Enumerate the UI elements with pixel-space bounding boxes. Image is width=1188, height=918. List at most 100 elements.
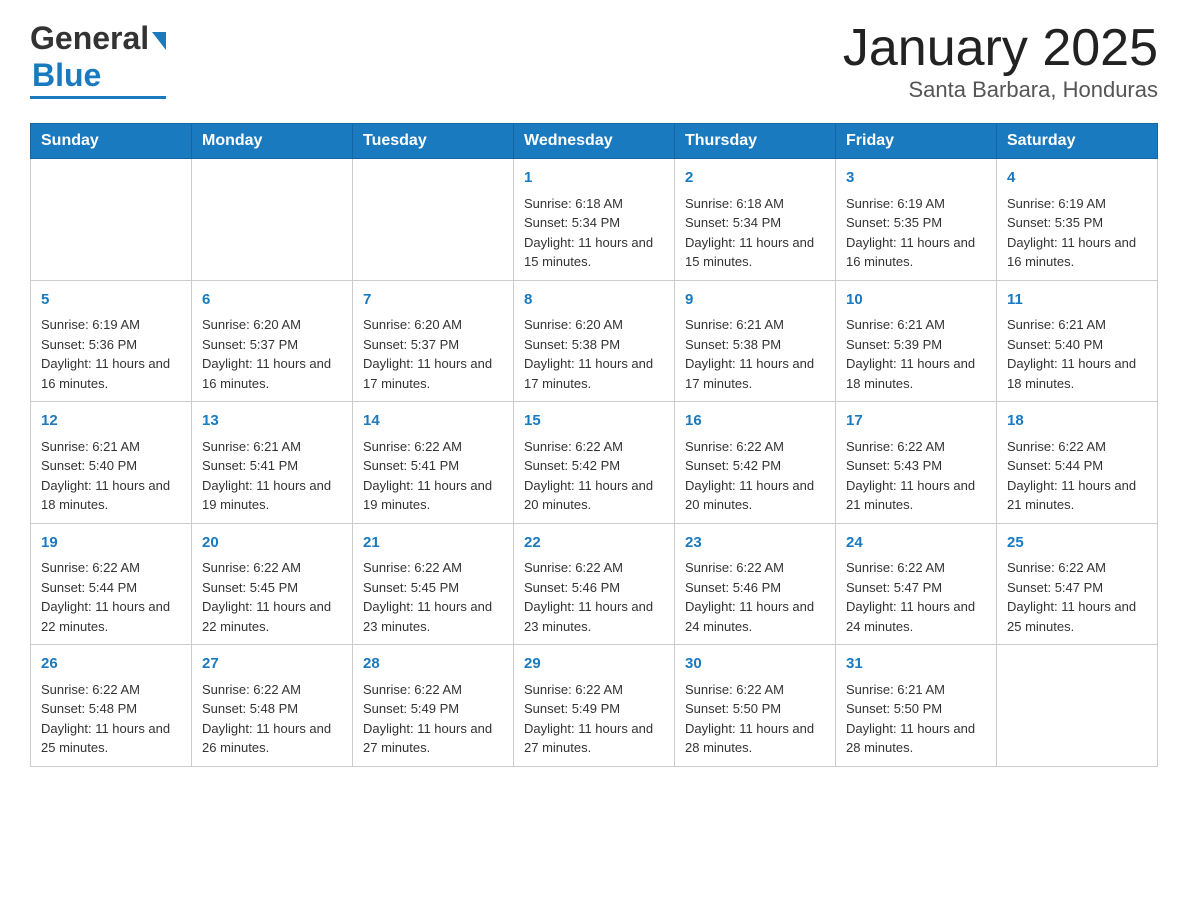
day-number: 10 bbox=[846, 289, 986, 312]
day-info: Sunrise: 6:21 AMSunset: 5:39 PMDaylight:… bbox=[846, 315, 986, 393]
calendar-week-row: 5 Sunrise: 6:19 AMSunset: 5:36 PMDaylight… bbox=[31, 280, 1158, 402]
calendar-title: January 2025 bbox=[843, 20, 1158, 77]
table-row bbox=[997, 645, 1158, 767]
day-number: 19 bbox=[41, 532, 181, 555]
table-row: 29 Sunrise: 6:22 AMSunset: 5:49 PMDayligh… bbox=[514, 645, 675, 767]
day-info: Sunrise: 6:19 AMSunset: 5:35 PMDaylight:… bbox=[846, 194, 986, 272]
day-number: 14 bbox=[363, 410, 503, 433]
day-info: Sunrise: 6:22 AMSunset: 5:50 PMDaylight:… bbox=[685, 680, 825, 758]
day-info: Sunrise: 6:19 AMSunset: 5:36 PMDaylight:… bbox=[41, 315, 181, 393]
table-row bbox=[192, 159, 353, 281]
day-number: 26 bbox=[41, 653, 181, 676]
table-row: 22Sunrise: 6:22 AMSunset: 5:46 PMDayligh… bbox=[514, 523, 675, 645]
day-info: Sunrise: 6:19 AMSunset: 5:35 PMDaylight:… bbox=[1007, 194, 1147, 272]
table-row: 28 Sunrise: 6:22 AMSunset: 5:49 PMDayligh… bbox=[353, 645, 514, 767]
table-row: 21 Sunrise: 6:22 AMSunset: 5:45 PMDayligh… bbox=[353, 523, 514, 645]
day-info: Sunrise: 6:21 AMSunset: 5:41 PMDaylight:… bbox=[202, 437, 342, 515]
day-info: Sunrise: 6:21 AMSunset: 5:38 PMDaylight:… bbox=[685, 315, 825, 393]
calendar-header-row: Sunday Monday Tuesday Wednesday Thursday… bbox=[31, 124, 1158, 159]
day-info: Sunrise: 6:21 AMSunset: 5:40 PMDaylight:… bbox=[41, 437, 181, 515]
day-number: 31 bbox=[846, 653, 986, 676]
day-info: Sunrise: 6:22 AMSunset: 5:42 PMDaylight:… bbox=[685, 437, 825, 515]
day-info: Sunrise: 6:22 AMSunset: 5:43 PMDaylight:… bbox=[846, 437, 986, 515]
table-row: 23 Sunrise: 6:22 AMSunset: 5:46 PMDayligh… bbox=[675, 523, 836, 645]
day-info: Sunrise: 6:21 AMSunset: 5:40 PMDaylight:… bbox=[1007, 315, 1147, 393]
day-info: Sunrise: 6:22 AMSunset: 5:42 PMDaylight:… bbox=[524, 437, 664, 515]
day-number: 11 bbox=[1007, 289, 1147, 312]
day-number: 21 bbox=[363, 532, 503, 555]
table-row: 3Sunrise: 6:19 AMSunset: 5:35 PMDaylight… bbox=[836, 159, 997, 281]
logo: General Blue bbox=[30, 20, 166, 99]
table-row: 1 Sunrise: 6:18 AMSunset: 5:34 PMDaylight… bbox=[514, 159, 675, 281]
table-row: 2 Sunrise: 6:18 AMSunset: 5:34 PMDaylight… bbox=[675, 159, 836, 281]
table-row: 15 Sunrise: 6:22 AMSunset: 5:42 PMDayligh… bbox=[514, 402, 675, 524]
day-info: Sunrise: 6:20 AMSunset: 5:37 PMDaylight:… bbox=[202, 315, 342, 393]
calendar-week-row: 19Sunrise: 6:22 AMSunset: 5:44 PMDayligh… bbox=[31, 523, 1158, 645]
table-row: 26 Sunrise: 6:22 AMSunset: 5:48 PMDayligh… bbox=[31, 645, 192, 767]
day-number: 29 bbox=[524, 653, 664, 676]
table-row: 19Sunrise: 6:22 AMSunset: 5:44 PMDayligh… bbox=[31, 523, 192, 645]
day-info: Sunrise: 6:20 AMSunset: 5:37 PMDaylight:… bbox=[363, 315, 503, 393]
table-row: 20 Sunrise: 6:22 AMSunset: 5:45 PMDayligh… bbox=[192, 523, 353, 645]
title-block: January 2025 Santa Barbara, Honduras bbox=[843, 20, 1158, 103]
day-number: 12 bbox=[41, 410, 181, 433]
day-info: Sunrise: 6:22 AMSunset: 5:45 PMDaylight:… bbox=[363, 558, 503, 636]
table-row: 4 Sunrise: 6:19 AMSunset: 5:35 PMDaylight… bbox=[997, 159, 1158, 281]
day-number: 30 bbox=[685, 653, 825, 676]
day-info: Sunrise: 6:22 AMSunset: 5:46 PMDaylight:… bbox=[524, 558, 664, 636]
table-row: 24Sunrise: 6:22 AMSunset: 5:47 PMDayligh… bbox=[836, 523, 997, 645]
day-info: Sunrise: 6:22 AMSunset: 5:45 PMDaylight:… bbox=[202, 558, 342, 636]
day-info: Sunrise: 6:22 AMSunset: 5:47 PMDaylight:… bbox=[1007, 558, 1147, 636]
day-info: Sunrise: 6:18 AMSunset: 5:34 PMDaylight:… bbox=[524, 194, 664, 272]
table-row: 25Sunrise: 6:22 AMSunset: 5:47 PMDayligh… bbox=[997, 523, 1158, 645]
day-info: Sunrise: 6:20 AMSunset: 5:38 PMDaylight:… bbox=[524, 315, 664, 393]
day-info: Sunrise: 6:22 AMSunset: 5:44 PMDaylight:… bbox=[1007, 437, 1147, 515]
table-row bbox=[353, 159, 514, 281]
day-info: Sunrise: 6:22 AMSunset: 5:49 PMDaylight:… bbox=[363, 680, 503, 758]
logo-triangle-icon bbox=[152, 32, 166, 50]
page-header: General Blue January 2025 Santa Barbara,… bbox=[30, 20, 1158, 103]
day-info: Sunrise: 6:18 AMSunset: 5:34 PMDaylight:… bbox=[685, 194, 825, 272]
calendar-week-row: 12 Sunrise: 6:21 AMSunset: 5:40 PMDayligh… bbox=[31, 402, 1158, 524]
day-number: 28 bbox=[363, 653, 503, 676]
day-number: 4 bbox=[1007, 167, 1147, 190]
calendar-week-row: 26 Sunrise: 6:22 AMSunset: 5:48 PMDayligh… bbox=[31, 645, 1158, 767]
day-number: 27 bbox=[202, 653, 342, 676]
col-sunday: Sunday bbox=[31, 124, 192, 159]
table-row: 6 Sunrise: 6:20 AMSunset: 5:37 PMDaylight… bbox=[192, 280, 353, 402]
day-number: 24 bbox=[846, 532, 986, 555]
day-number: 1 bbox=[524, 167, 664, 190]
table-row: 13 Sunrise: 6:21 AMSunset: 5:41 PMDayligh… bbox=[192, 402, 353, 524]
day-info: Sunrise: 6:22 AMSunset: 5:48 PMDaylight:… bbox=[202, 680, 342, 758]
day-number: 16 bbox=[685, 410, 825, 433]
table-row: 5 Sunrise: 6:19 AMSunset: 5:36 PMDaylight… bbox=[31, 280, 192, 402]
logo-general: General bbox=[30, 20, 149, 57]
day-info: Sunrise: 6:22 AMSunset: 5:49 PMDaylight:… bbox=[524, 680, 664, 758]
table-row: 30 Sunrise: 6:22 AMSunset: 5:50 PMDayligh… bbox=[675, 645, 836, 767]
table-row: 18Sunrise: 6:22 AMSunset: 5:44 PMDayligh… bbox=[997, 402, 1158, 524]
table-row: 11 Sunrise: 6:21 AMSunset: 5:40 PMDayligh… bbox=[997, 280, 1158, 402]
table-row: 31 Sunrise: 6:21 AMSunset: 5:50 PMDayligh… bbox=[836, 645, 997, 767]
table-row: 7Sunrise: 6:20 AMSunset: 5:37 PMDaylight… bbox=[353, 280, 514, 402]
day-number: 5 bbox=[41, 289, 181, 312]
table-row: 16 Sunrise: 6:22 AMSunset: 5:42 PMDayligh… bbox=[675, 402, 836, 524]
day-number: 23 bbox=[685, 532, 825, 555]
day-info: Sunrise: 6:22 AMSunset: 5:48 PMDaylight:… bbox=[41, 680, 181, 758]
day-number: 6 bbox=[202, 289, 342, 312]
logo-blue: Blue bbox=[32, 57, 101, 94]
calendar-table: Sunday Monday Tuesday Wednesday Thursday… bbox=[30, 123, 1158, 767]
table-row: 9Sunrise: 6:21 AMSunset: 5:38 PMDaylight… bbox=[675, 280, 836, 402]
day-number: 20 bbox=[202, 532, 342, 555]
calendar-subtitle: Santa Barbara, Honduras bbox=[843, 77, 1158, 103]
day-number: 15 bbox=[524, 410, 664, 433]
day-info: Sunrise: 6:22 AMSunset: 5:46 PMDaylight:… bbox=[685, 558, 825, 636]
day-number: 17 bbox=[846, 410, 986, 433]
day-info: Sunrise: 6:21 AMSunset: 5:50 PMDaylight:… bbox=[846, 680, 986, 758]
table-row: 12 Sunrise: 6:21 AMSunset: 5:40 PMDayligh… bbox=[31, 402, 192, 524]
table-row bbox=[31, 159, 192, 281]
day-number: 2 bbox=[685, 167, 825, 190]
table-row: 17 Sunrise: 6:22 AMSunset: 5:43 PMDayligh… bbox=[836, 402, 997, 524]
day-number: 13 bbox=[202, 410, 342, 433]
col-monday: Monday bbox=[192, 124, 353, 159]
table-row: 10 Sunrise: 6:21 AMSunset: 5:39 PMDayligh… bbox=[836, 280, 997, 402]
